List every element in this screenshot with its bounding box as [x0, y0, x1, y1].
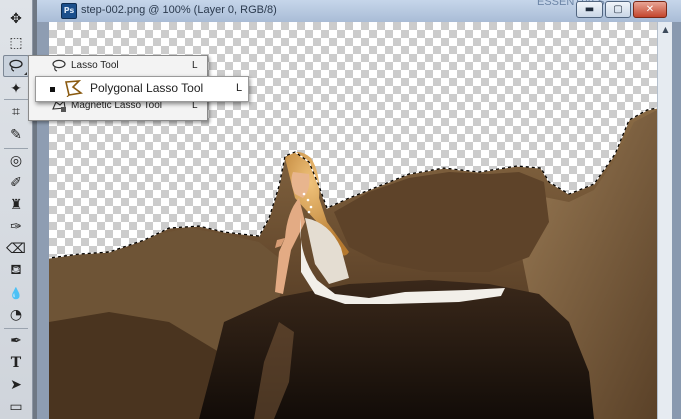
- stamp-icon: ♜: [9, 197, 23, 213]
- marquee-icon: ⬚: [9, 35, 23, 51]
- close-button[interactable]: ✕: [633, 1, 667, 18]
- quick-selection-icon: ✦: [10, 81, 22, 97]
- blur-tool-button[interactable]: 💧: [3, 282, 29, 304]
- history-brush-icon: ✑: [10, 219, 22, 235]
- minimize-icon: ▬: [584, 4, 595, 15]
- lasso-icon: [8, 59, 24, 73]
- flyout-item-shortcut: L: [192, 60, 198, 71]
- flyout-item-shortcut: L: [236, 82, 243, 94]
- selected-bullet-icon: [50, 87, 55, 92]
- flyout-item-label: Lasso Tool: [71, 60, 119, 71]
- crop-icon: ⌗: [12, 104, 20, 120]
- photoshop-icon: Ps: [61, 3, 77, 19]
- history-brush-tool-button[interactable]: ✑: [3, 216, 29, 238]
- shape-tool-button[interactable]: ▭: [3, 396, 29, 418]
- clone-stamp-tool-button[interactable]: ♜: [3, 194, 29, 216]
- dodge-tool-button[interactable]: ◔: [3, 304, 29, 326]
- eyedropper-icon: ✎: [10, 127, 22, 143]
- bucket-icon: ⛾: [10, 262, 22, 278]
- type-icon: T: [10, 355, 22, 371]
- document-titlebar[interactable]: Ps step-002.png @ 100% (Layer 0, RGB/8) …: [37, 0, 681, 23]
- lasso-tools-flyout: Lasso Tool L Magnetic Lasso Tool L Polyg…: [28, 55, 249, 121]
- pen-tool-button[interactable]: ✒: [3, 330, 29, 352]
- tool-separator: [4, 99, 28, 100]
- lasso-icon: [51, 59, 67, 76]
- window-frame-right: [672, 22, 681, 419]
- quick-selection-tool-button[interactable]: ✦: [3, 78, 29, 100]
- flyout-item-lasso-tool[interactable]: Lasso Tool L: [29, 56, 207, 76]
- healing-icon: ◎: [9, 153, 23, 169]
- move-tool-button[interactable]: ✥: [3, 8, 29, 30]
- eraser-icon: ⌫: [6, 241, 26, 257]
- eraser-tool-button[interactable]: ⌫: [3, 238, 29, 260]
- scroll-up-icon[interactable]: ▲: [658, 22, 673, 37]
- brush-tool-button[interactable]: ✐: [3, 172, 29, 194]
- maximize-icon: ▢: [613, 4, 623, 15]
- marquee-tool-button[interactable]: ⬚: [3, 32, 29, 54]
- flyout-indicator: [24, 72, 27, 75]
- paint-bucket-tool-button[interactable]: ⛾: [3, 260, 29, 282]
- pen-icon: ✒: [10, 333, 22, 349]
- document-title: step-002.png @ 100% (Layer 0, RGB/8): [81, 4, 277, 16]
- flyout-item-label: Polygonal Lasso Tool: [90, 81, 204, 95]
- shape-icon: ▭: [9, 399, 23, 415]
- maximize-button[interactable]: ▢: [605, 1, 631, 18]
- polygonal-lasso-icon: [64, 79, 84, 100]
- lasso-tool-button[interactable]: [3, 55, 29, 77]
- flyout-item-polygonal-lasso-tool[interactable]: Polygonal Lasso Tool L: [35, 76, 249, 102]
- healing-brush-tool-button[interactable]: ◎: [3, 150, 29, 172]
- move-icon: ✥: [10, 11, 22, 27]
- path-select-icon: ➤: [10, 377, 22, 393]
- minimize-button[interactable]: ▬: [576, 1, 603, 18]
- tool-separator: [4, 328, 28, 329]
- type-tool-button[interactable]: T: [3, 352, 29, 374]
- brush-icon: ✐: [10, 175, 22, 191]
- eyedropper-tool-button[interactable]: ✎: [3, 124, 29, 146]
- close-icon: ✕: [645, 4, 655, 15]
- vertical-scrollbar[interactable]: ▲: [657, 22, 673, 419]
- tool-separator: [4, 148, 28, 149]
- blur-icon: 💧: [9, 286, 23, 300]
- path-selection-tool-button[interactable]: ➤: [3, 374, 29, 396]
- crop-tool-button[interactable]: ⌗: [3, 101, 29, 123]
- dodge-icon: ◔: [9, 307, 23, 323]
